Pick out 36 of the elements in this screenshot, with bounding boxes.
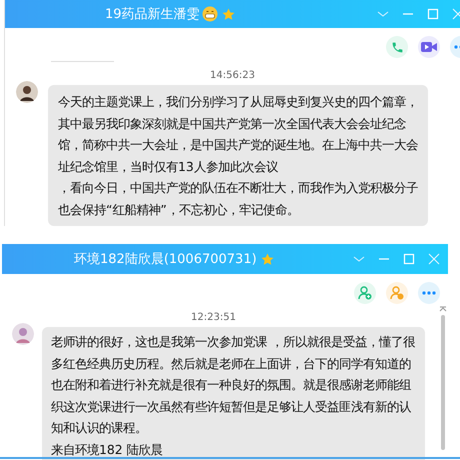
- more-button[interactable]: [418, 282, 440, 304]
- grinning-face-icon: [202, 6, 218, 22]
- maximize-icon[interactable]: [427, 8, 439, 20]
- star-icon: [260, 252, 274, 266]
- message-line: 也会保持“红船精神”，不忘初心，牢记使命。: [58, 200, 300, 218]
- maximize-icon[interactable]: [403, 253, 415, 265]
- message-line: 馆，简称中共一大会址，是中国共产党的诞生地。在上海中共一大会: [58, 136, 418, 154]
- message-line: 织这次党课进行一次虽然有些许短暂但是足够让人受益匪浅有新的认: [51, 398, 412, 416]
- message-line: 也在附和着进行补充就是很有一种良好的氛围。就是很感谢老师能组: [51, 376, 412, 394]
- avatar: [16, 81, 38, 103]
- phone-button[interactable]: [386, 36, 408, 58]
- add-member-button[interactable]: [354, 282, 376, 304]
- divider-line: [51, 61, 114, 62]
- user-icon: [390, 286, 404, 300]
- add-user-icon: [358, 286, 372, 300]
- more-icon: [422, 291, 436, 295]
- phone-icon: [390, 40, 404, 54]
- star-icon: [222, 8, 235, 20]
- message-line: 址纪念馆里，当时仅有13人参加此次会议: [58, 158, 279, 176]
- message-line: 今天的主题党课上，我们分别学习了从屈辱史到复兴史的四个篇章，: [58, 93, 418, 111]
- close-icon[interactable]: [428, 253, 440, 265]
- timestamp: 12:23:51: [191, 312, 236, 323]
- message-line: 来自环境182 陆欣晨: [51, 440, 164, 458]
- timestamp: 14:56:23: [210, 70, 255, 81]
- message-line: 知和认识的课程。: [51, 419, 148, 437]
- avatar: [12, 323, 34, 345]
- video-camera-icon: [421, 41, 437, 53]
- message-line: 多红色经典历史历程。然后就是老师在上面讲，台下的同学有知道的: [51, 354, 412, 372]
- message-line: 老师讲的很好，这也是我第一次参加党课 ，所以就很是受益，懂了很: [51, 333, 415, 351]
- window-title: 19药品新生潘雯: [105, 6, 200, 23]
- message-line: ，看向今日，中国共产党的队伍在不断壮大，而我作为入党积极分子: [58, 179, 418, 197]
- scroll-up-icon[interactable]: [439, 306, 448, 312]
- window-title: 环境182陆欣晨(1006700731): [74, 251, 257, 268]
- message-line: 其中最另我印象深刻就是中国共产党第一次全国代表大会会址纪念: [58, 114, 407, 132]
- profile-button[interactable]: [386, 282, 408, 304]
- video-call-button[interactable]: [418, 36, 440, 58]
